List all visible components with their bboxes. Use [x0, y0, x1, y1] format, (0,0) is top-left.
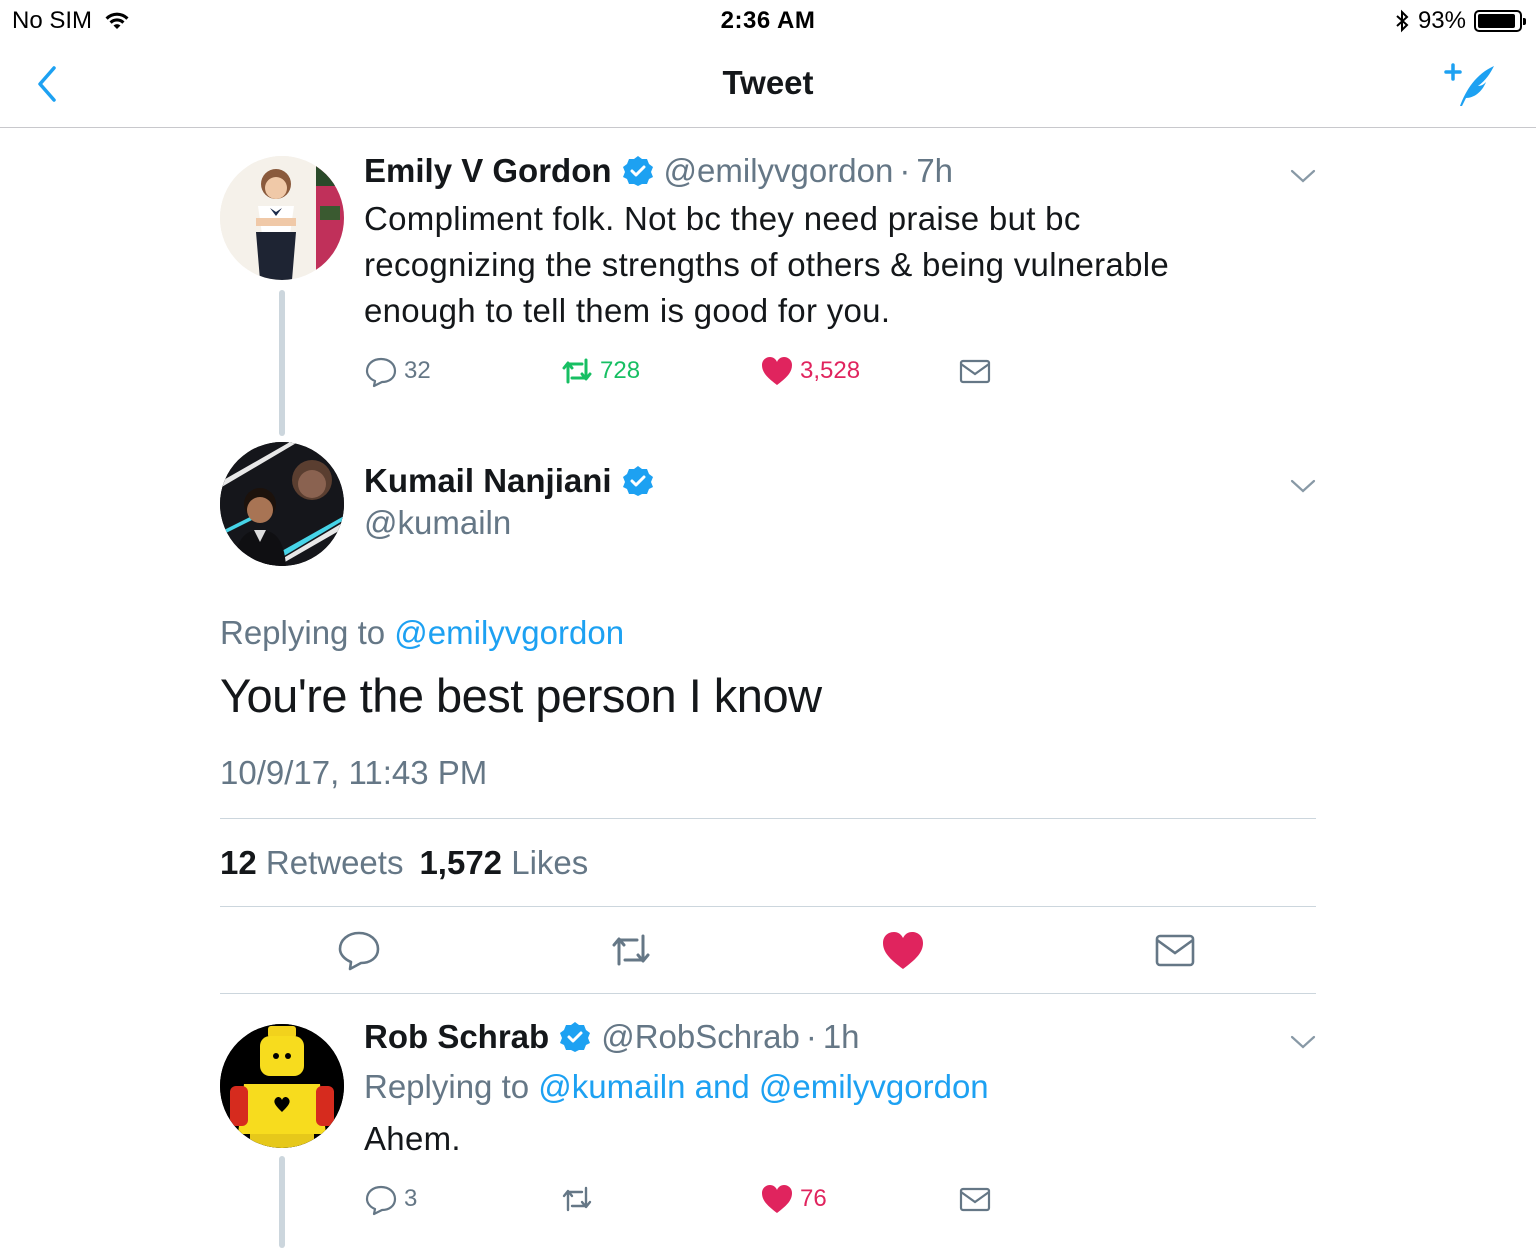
parent-tweet[interactable]: Emily V Gordon @emilyvgordon · 7h Compli…	[220, 150, 1316, 410]
tweet-header: Emily V Gordon @emilyvgordon · 7h	[364, 152, 953, 190]
battery-fill	[1478, 14, 1516, 28]
retweets-count: 12	[220, 844, 257, 881]
chevron-down-icon[interactable]	[1290, 478, 1316, 494]
status-bar: No SIM 2:36 AM 93%	[0, 0, 1536, 42]
retweet-icon[interactable]	[609, 928, 653, 972]
likes-stat[interactable]: 1,572 Likes	[419, 844, 588, 882]
tweet-header: Rob Schrab @RobSchrab · 1h	[364, 1018, 860, 1056]
author-handle[interactable]: @emilyvgordon	[664, 152, 894, 190]
verified-badge-icon	[622, 466, 653, 496]
heart-icon[interactable]	[881, 928, 925, 972]
direct-message-button[interactable]	[958, 1182, 992, 1216]
direct-message-button[interactable]	[958, 354, 992, 388]
retweet-button[interactable]: 728	[560, 354, 640, 388]
reply-button[interactable]: 32	[364, 354, 431, 388]
author-name[interactable]: Rob Schrab	[364, 1018, 549, 1056]
tweet-timestamp: 10/9/17, 11:43 PM	[220, 754, 488, 791]
status-time: 2:36 AM	[720, 7, 816, 34]
divider	[220, 906, 1316, 907]
reply-button[interactable]: 3	[364, 1182, 417, 1216]
likes-label: Likes	[511, 844, 589, 881]
like-count: 3,528	[800, 357, 861, 384]
avatar[interactable]	[220, 1024, 344, 1148]
verified-badge-icon	[622, 156, 653, 186]
author-handle[interactable]: @kumailn	[364, 504, 511, 542]
separator-dot: ·	[899, 152, 911, 189]
retweet-icon	[562, 1186, 592, 1212]
reply-tweet[interactable]: Rob Schrab @RobSchrab · 1h Replying to @…	[220, 1016, 1316, 1256]
tweet-stats: 12 Retweets 1,572 Likes	[220, 844, 588, 882]
divider	[220, 818, 1316, 819]
author-handle[interactable]: @RobSchrab	[601, 1018, 800, 1056]
avatar[interactable]	[220, 156, 344, 280]
tweet-age: 1h	[822, 1018, 860, 1055]
separator-dot: ·	[805, 1018, 817, 1055]
chevron-down-icon[interactable]	[1290, 1034, 1316, 1050]
main-tweet-actions	[220, 928, 1316, 978]
tweet-text: You're the best person I know	[220, 669, 822, 722]
heart-icon	[762, 357, 792, 385]
mail-icon[interactable]	[1153, 928, 1197, 972]
mail-icon	[959, 1187, 991, 1212]
divider	[220, 993, 1316, 994]
like-button[interactable]: 76	[760, 1182, 827, 1216]
author-name[interactable]: Kumail Nanjiani	[364, 462, 612, 500]
reply-count: 32	[404, 357, 431, 384]
retweets-stat[interactable]: 12 Retweets	[220, 844, 403, 882]
retweet-icon	[562, 358, 592, 384]
status-right: 93%	[1394, 7, 1526, 35]
battery-icon	[1474, 10, 1526, 32]
replying-label: Replying to	[364, 1068, 530, 1105]
battery-percent: 93%	[1417, 7, 1466, 34]
page-title: Tweet	[722, 64, 814, 101]
tweet-header: Kumail Nanjiani	[364, 462, 664, 500]
tweet-text: Ahem.	[364, 1120, 461, 1157]
retweet-button[interactable]	[560, 1182, 594, 1216]
likes-count: 1,572	[419, 844, 503, 881]
like-button[interactable]: 3,528	[760, 354, 860, 388]
tweet-text: Compliment folk. Not bc they need praise…	[364, 200, 1170, 329]
tweet-age: 7h	[916, 152, 954, 189]
tweet-actions: 32 728 3,528	[364, 354, 1064, 390]
replying-to: Replying to @emilyvgordon	[220, 614, 624, 652]
reply-icon	[365, 1185, 397, 1216]
heart-icon	[762, 1185, 792, 1213]
retweet-count: 728	[600, 357, 641, 384]
replying-to-link[interactable]: @emilyvgordon	[394, 614, 624, 651]
replying-to: Replying to @kumailn and @emilyvgordon	[364, 1068, 989, 1106]
main-tweet: Kumail Nanjiani @kumailn Replying to @em…	[220, 440, 1316, 995]
verified-badge-icon	[560, 1022, 591, 1052]
navigation-bar: Tweet	[0, 42, 1536, 128]
reply-icon	[365, 357, 397, 388]
tweet-actions: 3 76	[364, 1182, 1064, 1218]
replying-label: Replying to	[220, 614, 386, 651]
reply-icon[interactable]	[337, 928, 381, 972]
reply-count: 3	[404, 1185, 418, 1212]
bluetooth-icon	[1396, 9, 1409, 33]
chevron-down-icon[interactable]	[1290, 168, 1316, 184]
retweets-label: Retweets	[265, 844, 404, 881]
avatar[interactable]	[220, 442, 344, 566]
compose-tweet-icon[interactable]	[1444, 60, 1498, 110]
replying-to-link[interactable]: @kumailn and @emilyvgordon	[538, 1068, 988, 1105]
author-name[interactable]: Emily V Gordon	[364, 152, 612, 190]
like-count: 76	[800, 1185, 827, 1212]
mail-icon	[959, 359, 991, 384]
